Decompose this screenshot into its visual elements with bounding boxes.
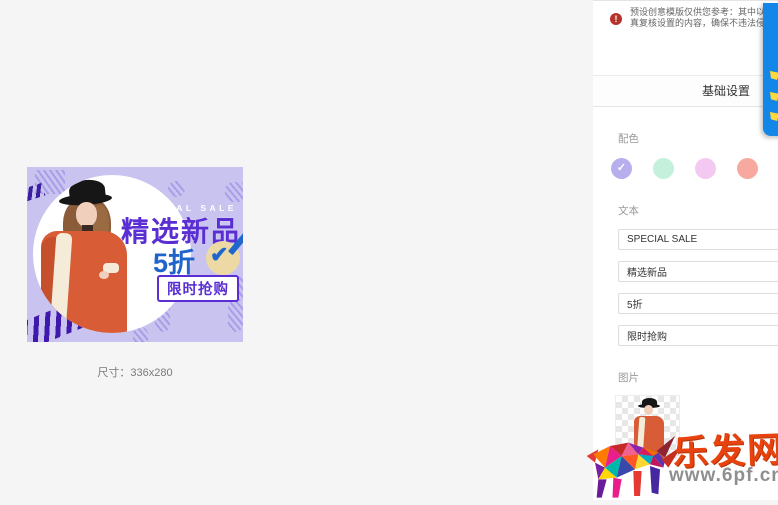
notice-line-1: 预设创意模版仅供您参考：其中以＊标 [630,7,778,18]
image-thumbnail[interactable] [615,395,680,459]
notice-text: 预设创意模版仅供您参考：其中以＊标 真复核设置的内容，确保不违法侵权。 [630,7,778,29]
text-input-title[interactable] [618,261,778,282]
lantern-pattern [228,300,243,332]
text-input-subtitle[interactable] [618,229,778,250]
side-tab-glyph [770,71,778,80]
check-icon: ✓ [611,158,632,179]
exclamation-icon: ! [610,13,622,25]
notice-line-2: 真复核设置的内容，确保不违法侵权。 [630,18,778,29]
text-section-label: 文本 [618,203,778,218]
notice-bar: ! 预设创意模版仅供您参考：其中以＊标 真复核设置的内容，确保不违法侵权。 [593,1,778,76]
color-swatches: ✓ [611,158,778,179]
text-fields [593,229,778,346]
color-swatch-lavender[interactable]: ✓ [611,158,632,179]
check-badge: ✔ [206,241,240,275]
tab-bar: 基础设置 [593,76,778,107]
banner-preview[interactable]: SPECIAL SALE 精选新品 5折 ✔ 限时抢购 [27,167,243,342]
thumb-model-face [644,405,653,415]
model-hand [99,271,109,279]
floating-side-tab[interactable] [763,3,778,136]
model-face [76,202,97,227]
image-section-label: 图片 [618,370,778,385]
banner-flash-label: 限时抢购 [157,275,239,302]
palette-section-label: 配色 [618,131,778,146]
tab-basic-settings[interactable]: 基础设置 [702,84,750,98]
lantern-pattern [168,181,185,197]
side-tab-glyph [770,92,778,101]
color-swatch-mint[interactable] [653,158,674,179]
banner-size-label: 尺寸：336x280 [27,364,243,380]
color-swatch-salmon[interactable] [737,158,758,179]
text-input-flash[interactable] [618,325,778,346]
settings-panel: ! 预设创意模版仅供您参考：其中以＊标 真复核设置的内容，确保不违法侵权。 基础… [593,0,778,500]
lantern-pattern [225,182,243,202]
check-icon: ✔ [210,242,228,268]
side-tab-glyph [770,112,778,121]
text-input-discount[interactable] [618,293,778,314]
color-swatch-pink[interactable] [695,158,716,179]
stripe-wedge-top-left [27,183,45,202]
